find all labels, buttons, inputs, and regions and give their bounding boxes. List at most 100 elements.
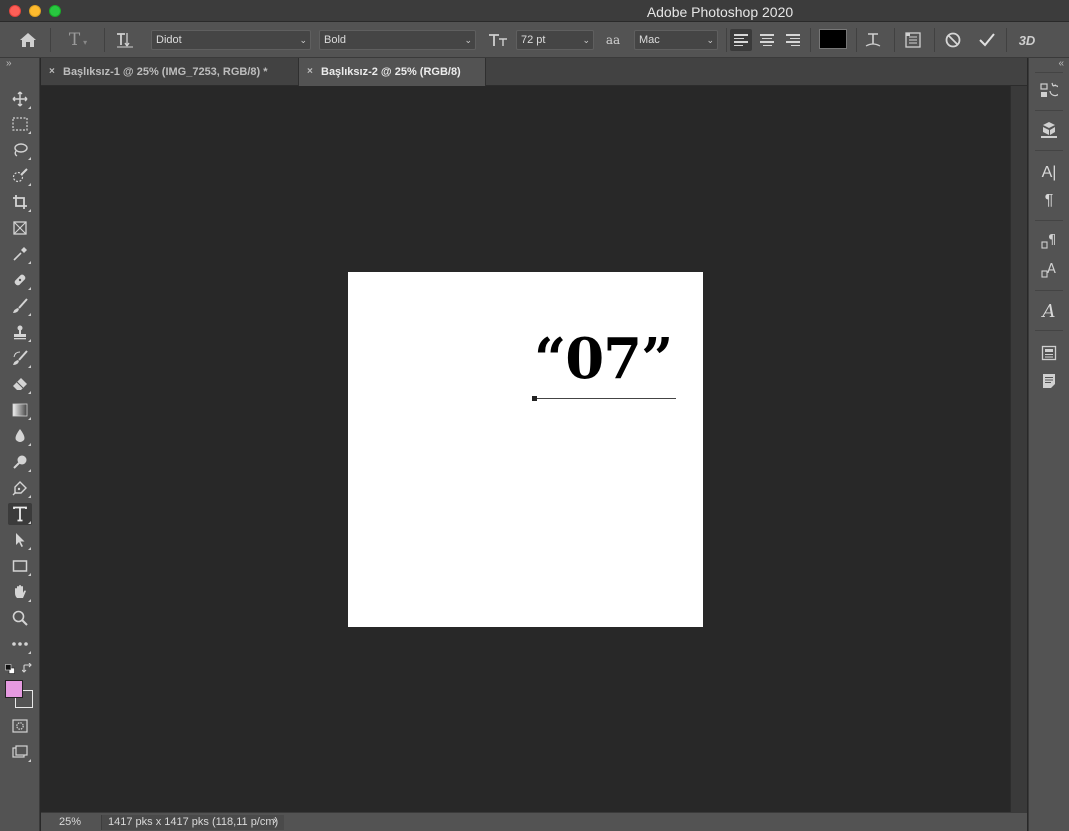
status-bar: 25% 1417 pks x 1417 pks (118,11 p/cm) ›	[41, 812, 1027, 831]
brush-tool[interactable]	[8, 295, 32, 317]
font-size-select[interactable]: 72 pt ⌄	[516, 30, 594, 50]
type-tool[interactable]	[8, 503, 32, 525]
rectangle-tool[interactable]	[8, 555, 32, 577]
drop-icon	[15, 429, 25, 442]
expand-panels-icon[interactable]: «	[1058, 58, 1064, 69]
history-panel-button[interactable]	[1037, 80, 1061, 102]
document-tab-bar: × Başlıksız-1 @ 25% (IMG_7253, RGB/8) * …	[41, 58, 1027, 86]
move-tool[interactable]	[8, 88, 32, 110]
app-title: Adobe Photoshop 2020	[646, 4, 794, 20]
path-selection-tool[interactable]	[8, 529, 32, 551]
toggle-text-orientation-button[interactable]	[113, 29, 137, 51]
history-brush-tool[interactable]	[8, 347, 32, 369]
cancel-edits-button[interactable]	[942, 29, 964, 51]
edit-toolbar-button[interactable]	[8, 633, 32, 655]
align-left-button[interactable]	[730, 29, 752, 51]
collapse-toolbar-icon[interactable]: »	[6, 58, 12, 69]
default-colors-icon	[5, 664, 15, 674]
marquee-tool[interactable]	[8, 113, 32, 135]
dodge-icon	[13, 455, 27, 469]
right-panel-dock: « A| ¶ ¶ A A	[1028, 58, 1069, 831]
align-right-icon	[786, 34, 800, 46]
glyphs-icon: A	[1042, 300, 1056, 322]
commit-edits-button[interactable]	[976, 29, 998, 51]
text-layer[interactable]: “07”	[534, 326, 673, 392]
text-color-swatch[interactable]	[819, 29, 847, 49]
healing-brush-tool[interactable]	[8, 269, 32, 291]
libraries-panel-button[interactable]	[1037, 119, 1061, 141]
document-tab-1[interactable]: × Başlıksız-1 @ 25% (IMG_7253, RGB/8) *	[41, 58, 299, 86]
character-paragraph-panels-button[interactable]	[902, 29, 924, 51]
dodge-tool[interactable]	[8, 451, 32, 473]
zoom-level-field[interactable]: 25%	[49, 815, 99, 830]
type-icon	[13, 506, 27, 522]
font-style-select[interactable]: Bold ⌄	[319, 30, 476, 50]
quick-mask-button[interactable]	[8, 715, 32, 737]
arrow-pointer-icon	[16, 533, 25, 547]
foreground-color-swatch[interactable]	[5, 680, 23, 698]
character-panel-button[interactable]: A|	[1037, 162, 1061, 184]
title-bar: Adobe Photoshop 2020	[0, 0, 1069, 22]
close-tab-icon[interactable]: ×	[307, 58, 313, 86]
home-button[interactable]	[16, 29, 40, 51]
font-family-select[interactable]: Didot ⌄	[151, 30, 311, 50]
libraries-icon	[1041, 122, 1057, 138]
align-right-button[interactable]	[782, 29, 804, 51]
align-center-button[interactable]	[756, 29, 778, 51]
tool-preset-picker[interactable]: T ▾	[60, 29, 96, 51]
glyphs-panel-button[interactable]: A	[1037, 300, 1061, 322]
window-close-button[interactable]	[9, 5, 21, 17]
font-size-label	[486, 29, 510, 51]
tab-label: Başlıksız-2 @ 25% (RGB/8)	[321, 66, 461, 78]
warp-text-button[interactable]	[862, 29, 884, 51]
3d-button[interactable]: 3D	[1014, 29, 1040, 51]
checkmark-icon	[979, 33, 995, 47]
pen-tool[interactable]	[8, 477, 32, 499]
home-icon	[20, 33, 36, 47]
panels-icon	[905, 32, 921, 48]
clone-stamp-tool[interactable]	[8, 321, 32, 343]
align-center-icon	[760, 34, 774, 46]
screen-mode-button[interactable]	[8, 741, 32, 763]
zoom-tool[interactable]	[8, 607, 32, 629]
hand-tool[interactable]	[8, 581, 32, 603]
text-baseline	[534, 398, 676, 399]
eraser-tool[interactable]	[8, 373, 32, 395]
status-menu-arrow-icon[interactable]: ›	[273, 815, 277, 827]
vertical-scrollbar[interactable]	[1010, 86, 1027, 812]
swap-colors-button[interactable]	[21, 661, 33, 679]
antialias-icon: aa	[605, 33, 621, 47]
font-style-value: Bold	[324, 34, 347, 46]
rectangle-icon	[12, 560, 28, 572]
window-zoom-button[interactable]	[49, 5, 61, 17]
gradient-tool[interactable]	[8, 399, 32, 421]
paragraph-panel-button[interactable]: ¶	[1037, 190, 1061, 212]
type-tool-preset-icon: T	[68, 30, 81, 50]
properties-panel-button[interactable]	[1037, 342, 1061, 364]
frame-tool[interactable]	[8, 217, 32, 239]
window-minimize-button[interactable]	[29, 5, 41, 17]
character-styles-panel-button[interactable]: A	[1037, 259, 1061, 281]
default-colors-button[interactable]	[5, 661, 15, 679]
eyedropper-tool[interactable]	[8, 243, 32, 265]
crop-tool[interactable]	[8, 191, 32, 213]
document-tab-2[interactable]: × Başlıksız-2 @ 25% (RGB/8)	[299, 58, 486, 86]
bandage-icon	[14, 274, 26, 286]
paragraph-icon: ¶	[1044, 192, 1054, 209]
quick-selection-tool[interactable]	[8, 165, 32, 187]
lasso-tool[interactable]	[8, 139, 32, 161]
close-tab-icon[interactable]: ×	[49, 58, 55, 86]
document-canvas[interactable]: “07”	[348, 272, 703, 627]
notes-panel-button[interactable]	[1037, 370, 1061, 392]
antialias-select[interactable]: Mac ⌄	[634, 30, 718, 50]
warp-text-icon	[865, 33, 881, 47]
options-bar: T ▾ Didot ⌄ Bold ⌄ 72 pt ⌄ aa Mac ⌄ 3D	[0, 22, 1069, 58]
blur-tool[interactable]	[8, 425, 32, 447]
chevron-down-icon: ⌄	[464, 35, 472, 45]
text-anchor-handle[interactable]	[532, 396, 537, 401]
paragraph-styles-panel-button[interactable]: ¶	[1037, 230, 1061, 252]
notes-icon	[1043, 374, 1055, 388]
text-orientation-icon	[117, 33, 133, 48]
cancel-icon	[945, 32, 961, 48]
swap-arrows-icon	[21, 662, 32, 673]
